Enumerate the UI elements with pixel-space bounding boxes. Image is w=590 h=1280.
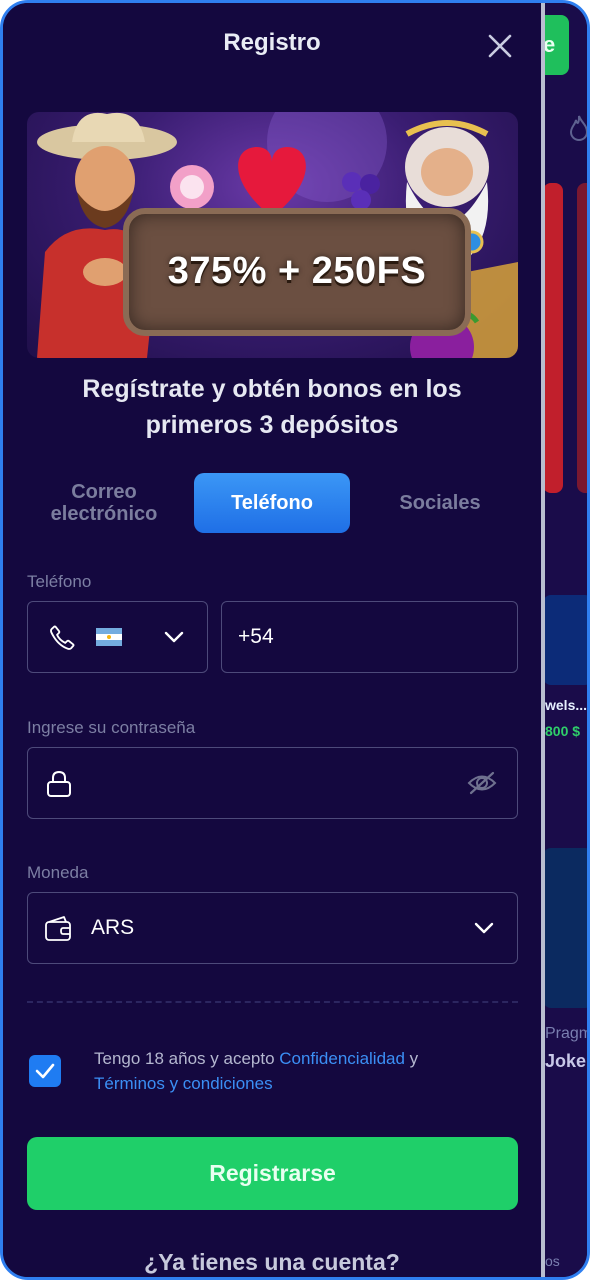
flame-icon (569, 115, 587, 141)
scrollbar[interactable] (541, 3, 545, 1277)
background-nav-label: os (545, 1253, 560, 1269)
phone-number-value: +54 (238, 625, 274, 648)
phone-icon (50, 625, 75, 650)
terms-link[interactable]: Términos y condiciones (94, 1074, 273, 1093)
registration-modal: Registro 375% + 250FS Regístrate y obtén… (3, 3, 541, 1277)
password-input[interactable] (27, 747, 518, 819)
background-game-card (543, 848, 587, 1008)
background-game-card (543, 595, 587, 685)
device-frame: e wels... 800 $ Pragm Joke os Registro 3… (0, 0, 590, 1280)
terms-text: Tengo 18 años y acepto Confidencialidad … (94, 1046, 514, 1096)
eye-off-icon[interactable] (466, 770, 498, 796)
lock-icon (47, 770, 71, 797)
divider (27, 1001, 518, 1003)
background-game-title: wels... (545, 697, 588, 713)
currency-select[interactable]: ARS (27, 892, 518, 964)
tab-email-label: Correo electrónico (50, 481, 158, 525)
background-page: e wels... 800 $ Pragm Joke os (543, 3, 590, 1277)
register-button[interactable]: Registrarse (27, 1137, 518, 1210)
wallet-icon (45, 916, 71, 941)
currency-label: Moneda (27, 863, 89, 882)
terms-prefix: Tengo 18 años y acepto (94, 1049, 280, 1068)
argentina-flag-icon (96, 628, 122, 646)
have-account-link[interactable]: ¿Ya tienes una cuenta? (3, 1249, 541, 1276)
promo-banner: 375% + 250FS (27, 112, 518, 358)
register-button-label: Registrarse (209, 1160, 336, 1186)
terms-checkbox[interactable] (29, 1055, 61, 1087)
privacy-link[interactable]: Confidencialidad (279, 1049, 405, 1068)
background-game-card (543, 183, 563, 493)
chevron-down-icon (164, 631, 184, 643)
tab-phone[interactable]: Teléfono (194, 473, 350, 533)
phone-label: Teléfono (27, 572, 92, 591)
phone-number-input[interactable]: +54 (221, 601, 518, 673)
bonus-amount: 375% + 250FS (167, 250, 427, 292)
modal-title: Registro (223, 29, 321, 56)
country-code-select[interactable] (27, 601, 208, 673)
chevron-down-icon (474, 922, 494, 934)
background-game-title: Joke (545, 1051, 587, 1071)
background-provider: Pragm (545, 1025, 590, 1042)
currency-value: ARS (91, 916, 135, 939)
bonus-headline: Regístrate y obtén bonos en los primeros… (82, 375, 462, 439)
tab-phone-label: Teléfono (231, 492, 313, 514)
background-button: e (543, 15, 569, 75)
terms-connector: y (404, 1049, 419, 1068)
tab-social-label: Sociales (399, 492, 481, 514)
password-label: Ingrese su contraseña (27, 718, 196, 737)
background-game-prize: 800 $ (545, 723, 581, 739)
background-game-card (577, 183, 587, 493)
tab-email[interactable]: Correo electrónico (33, 473, 175, 533)
checkmark-icon (35, 1063, 55, 1079)
close-icon[interactable] (487, 33, 513, 59)
tab-social[interactable]: Sociales (365, 473, 515, 533)
